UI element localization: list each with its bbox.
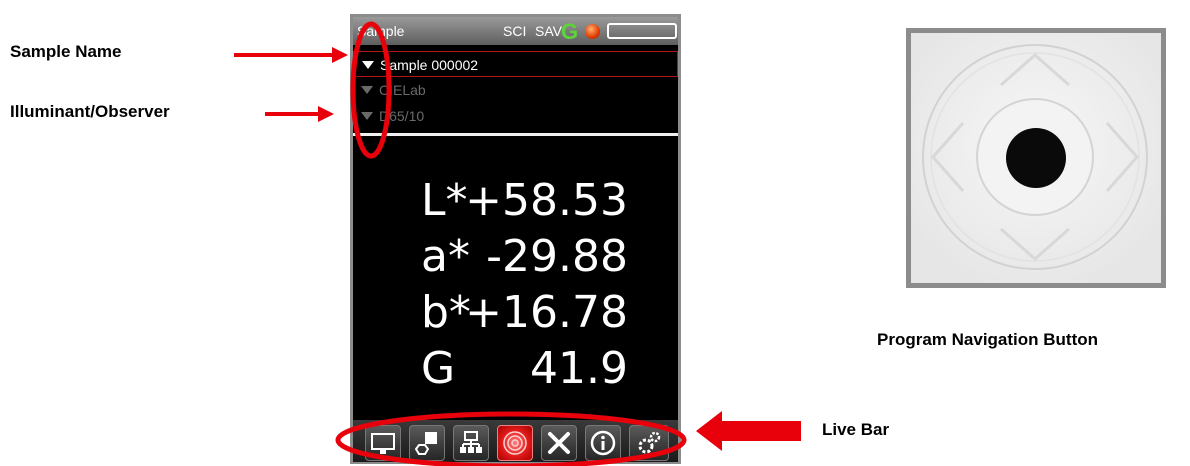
reading-value: +58.53 bbox=[465, 175, 628, 226]
live-bar bbox=[353, 420, 678, 462]
sample-name-row[interactable]: Sample 000002 bbox=[353, 51, 678, 77]
measurement-mode: SCI bbox=[503, 23, 527, 39]
program-navigation-button-photo bbox=[906, 28, 1166, 288]
illuminant-observer-callout: Illuminant/Observer bbox=[10, 102, 170, 121]
live-bar-callout: Live Bar bbox=[822, 420, 890, 439]
header-divider bbox=[353, 133, 678, 136]
monitor-icon[interactable] bbox=[365, 425, 401, 461]
illuminant-observer-arrow bbox=[265, 106, 334, 122]
navigation-button-image bbox=[911, 33, 1161, 283]
reading-key: b* bbox=[421, 287, 471, 338]
live-bar-arrow bbox=[696, 411, 801, 451]
reading-key: G bbox=[421, 343, 456, 394]
sample-name-value: Sample 000002 bbox=[380, 57, 479, 73]
sample-name-arrow bbox=[234, 47, 348, 63]
navigation-ring-icon bbox=[911, 33, 1161, 283]
reading-g: G 41.9 bbox=[353, 343, 678, 399]
network-tree-icon[interactable] bbox=[453, 425, 489, 461]
save-indicator: SAV bbox=[535, 23, 562, 39]
reading-value: -29.88 bbox=[486, 231, 628, 282]
measurement-status-icon bbox=[585, 24, 600, 39]
reading-key: L* bbox=[421, 175, 468, 226]
dropdown-triangle-icon bbox=[362, 61, 374, 69]
dropdown-triangle-icon bbox=[361, 86, 373, 94]
reading-value: +16.78 bbox=[465, 287, 628, 338]
tools-icon[interactable] bbox=[541, 425, 577, 461]
color-swatch-icon[interactable] bbox=[409, 425, 445, 461]
illuminant-observer-row[interactable]: D65/10 bbox=[353, 103, 678, 129]
color-space-row[interactable]: CIELab bbox=[353, 77, 678, 103]
battery-icon bbox=[607, 23, 677, 39]
settings-gears-icon[interactable] bbox=[629, 425, 669, 461]
reading-key: a* bbox=[421, 231, 470, 282]
illuminant-observer-value: D65/10 bbox=[379, 108, 425, 124]
sample-name-callout: Sample Name bbox=[10, 42, 122, 61]
gloss-indicator: G bbox=[561, 19, 579, 44]
info-icon[interactable] bbox=[585, 425, 621, 461]
device-screen: Sample SCI SAV G Sample 000002 CIELab D6… bbox=[350, 14, 681, 464]
reading-b: b* +16.78 bbox=[353, 287, 678, 343]
program-navigation-button-callout: Program Navigation Button bbox=[877, 330, 1099, 349]
target-icon[interactable] bbox=[497, 425, 533, 461]
reading-value: 41.9 bbox=[530, 343, 628, 394]
dropdown-triangle-icon bbox=[361, 112, 373, 120]
reading-l: L* +58.53 bbox=[353, 175, 678, 231]
color-space-value: CIELab bbox=[379, 82, 426, 98]
status-title: Sample bbox=[357, 23, 405, 39]
reading-a: a* -29.88 bbox=[353, 231, 678, 287]
status-bar: Sample SCI SAV G bbox=[353, 17, 678, 45]
